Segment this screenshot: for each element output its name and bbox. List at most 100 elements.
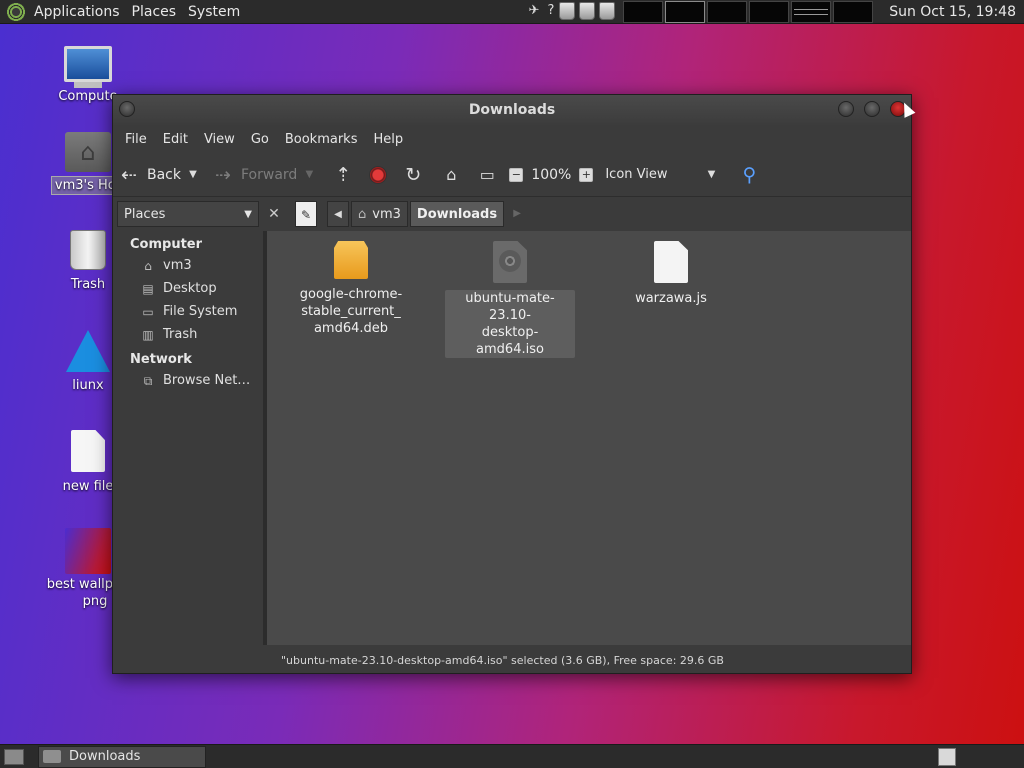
file-item-warzawa-js[interactable]: warzawa.js — [606, 241, 736, 307]
breadcrumb: ✎ ◀ ⌂ vm3 Downloads ▶ — [295, 201, 528, 227]
home-folder-icon: ⌂ — [446, 165, 457, 184]
toggle-location-entry-icon[interactable]: ✎ — [295, 201, 317, 227]
computer-button[interactable]: ▭ — [471, 159, 503, 191]
sidebar-selector[interactable]: Places ▼ — [117, 201, 259, 227]
search-button[interactable]: ⚲ — [734, 159, 766, 191]
computer-icon — [64, 46, 112, 82]
mate-logo-icon[interactable] — [6, 1, 26, 22]
zoom-level: 100% — [531, 166, 572, 183]
file-name-line2: stable_current_ — [301, 304, 401, 319]
breadcrumb-vm3-label: vm3 — [372, 207, 401, 222]
workspace-2[interactable] — [665, 1, 705, 23]
close-sidebar-icon[interactable]: ✕ — [263, 203, 285, 225]
file-view[interactable]: google-chrome- stable_current_ amd64.deb… — [267, 231, 911, 645]
home-icon: ⌂ — [358, 207, 367, 222]
places-sidebar: Computer ⌂ vm3 ▤ Desktop ▭ File System ▥ Tra… — [113, 231, 263, 645]
menu-go[interactable]: Go — [243, 132, 277, 147]
sidebar-selector-label: Places — [124, 206, 166, 222]
workspace-3[interactable] — [707, 1, 747, 23]
arch-linux-icon — [66, 330, 110, 372]
workspace-4[interactable] — [749, 1, 789, 23]
home-folder-icon — [65, 132, 111, 172]
forward-history-dropdown[interactable]: ▼ — [301, 169, 317, 180]
desktop-folder-icon: ▤ — [142, 281, 154, 296]
desktop-icon-label: liunx — [72, 378, 104, 393]
computer-icon: ▭ — [479, 165, 495, 184]
text-file-icon — [71, 430, 105, 472]
taskbar-item-downloads[interactable]: Downloads — [38, 745, 206, 768]
view-mode-select[interactable]: Icon View — [605, 167, 667, 182]
menu-file[interactable]: File — [117, 132, 155, 147]
workspace-5[interactable] — [791, 1, 831, 23]
window-menu-button[interactable] — [119, 101, 135, 117]
back-label: Back — [147, 166, 181, 183]
menu-edit[interactable]: Edit — [155, 132, 196, 147]
file-name-line1: warzawa.js — [635, 291, 707, 306]
taskbar-item-label: Downloads — [69, 749, 141, 764]
menu-help[interactable]: Help — [365, 132, 411, 147]
breadcrumb-right-arrow[interactable]: ▶ — [506, 201, 528, 227]
file-name-line3: amd64.deb — [313, 321, 389, 336]
menu-places[interactable]: Places — [126, 0, 183, 24]
trash-icon — [70, 230, 106, 270]
menu-bookmarks[interactable]: Bookmarks — [277, 132, 366, 147]
help-tray-icon[interactable]: ? — [547, 2, 555, 20]
workspace-6[interactable] — [833, 1, 873, 23]
menu-applications[interactable]: Applications — [28, 0, 126, 24]
forward-label: Forward — [241, 166, 298, 183]
sidebar-item-label: File System — [163, 304, 238, 319]
sidebar-item-label: vm3 — [163, 258, 192, 273]
trash-launcher-icon[interactable] — [559, 2, 575, 20]
menu-view[interactable]: View — [196, 132, 243, 147]
up-button[interactable]: ⇡ — [327, 159, 359, 191]
sidebar-item-label: Trash — [163, 327, 198, 342]
forward-button[interactable]: ⇢ Forward — [207, 159, 301, 191]
file-item-chrome-deb[interactable]: google-chrome- stable_current_ amd64.deb — [286, 241, 416, 337]
maximize-button[interactable] — [864, 101, 880, 117]
window-titlebar[interactable]: Downloads — [113, 95, 911, 125]
view-mode-dropdown-arrow[interactable]: ▼ — [704, 169, 720, 180]
sidebar-item-browse-network[interactable]: ⧉ Browse Net… — [113, 369, 263, 392]
zoom-out-button[interactable]: − — [509, 167, 524, 182]
chevron-down-icon: ▼ — [244, 208, 252, 220]
image-file-icon — [65, 528, 111, 574]
minimize-button[interactable] — [838, 101, 854, 117]
sidebar-section-network: Network — [130, 352, 192, 367]
window-title: Downloads — [468, 102, 556, 118]
sidebar-item-label: Browse Net… — [163, 373, 251, 388]
workspace-1[interactable] — [623, 1, 663, 23]
sidebar-item-trash[interactable]: ▥ Trash — [113, 323, 263, 346]
breadcrumb-vm3[interactable]: ⌂ vm3 — [351, 201, 408, 227]
back-arrow-icon: ⇠ — [121, 163, 137, 186]
trash-launcher-icon-2[interactable] — [579, 2, 595, 20]
desktop-icon-label-2: png — [82, 594, 108, 609]
file-item-ubuntu-iso[interactable]: ubuntu-mate-23.10- desktop-amd64.iso — [445, 241, 575, 358]
up-arrow-icon: ⇡ — [335, 163, 352, 186]
workspace-switcher — [623, 1, 873, 23]
clock[interactable]: Sun Oct 15, 19:48 — [889, 0, 1016, 24]
home-icon: ⌂ — [144, 258, 152, 273]
sidebar-item-label: Desktop — [163, 281, 217, 296]
sidebar-item-desktop[interactable]: ▤ Desktop — [113, 277, 263, 300]
trash-applet-icon[interactable] — [938, 748, 956, 766]
sidebar-item-file-system[interactable]: ▭ File System — [113, 300, 263, 323]
disc-image-icon — [493, 241, 527, 283]
reload-button[interactable]: ↻ — [397, 159, 429, 191]
package-icon — [334, 241, 368, 279]
trash-launcher-icon-3[interactable] — [599, 2, 615, 20]
menubar: File Edit View Go Bookmarks Help — [113, 125, 911, 153]
zoom-in-button[interactable]: + — [579, 167, 594, 182]
stop-button[interactable] — [365, 159, 391, 191]
desktop-icon-label: new file — [62, 479, 114, 494]
back-history-dropdown[interactable]: ▼ — [185, 169, 201, 180]
breadcrumb-left-arrow[interactable]: ◀ — [327, 201, 349, 227]
sidebar-item-vm3[interactable]: ⌂ vm3 — [113, 254, 263, 277]
network-tray-icon[interactable]: ✈ — [525, 2, 543, 20]
system-tray: ✈ ? — [525, 2, 615, 20]
forward-arrow-icon: ⇢ — [215, 163, 231, 186]
home-button[interactable]: ⌂ — [435, 159, 467, 191]
breadcrumb-downloads[interactable]: Downloads — [409, 201, 505, 227]
menu-system[interactable]: System — [182, 0, 246, 24]
show-desktop-button[interactable] — [4, 748, 24, 765]
back-button[interactable]: ⇠ Back — [113, 159, 185, 191]
